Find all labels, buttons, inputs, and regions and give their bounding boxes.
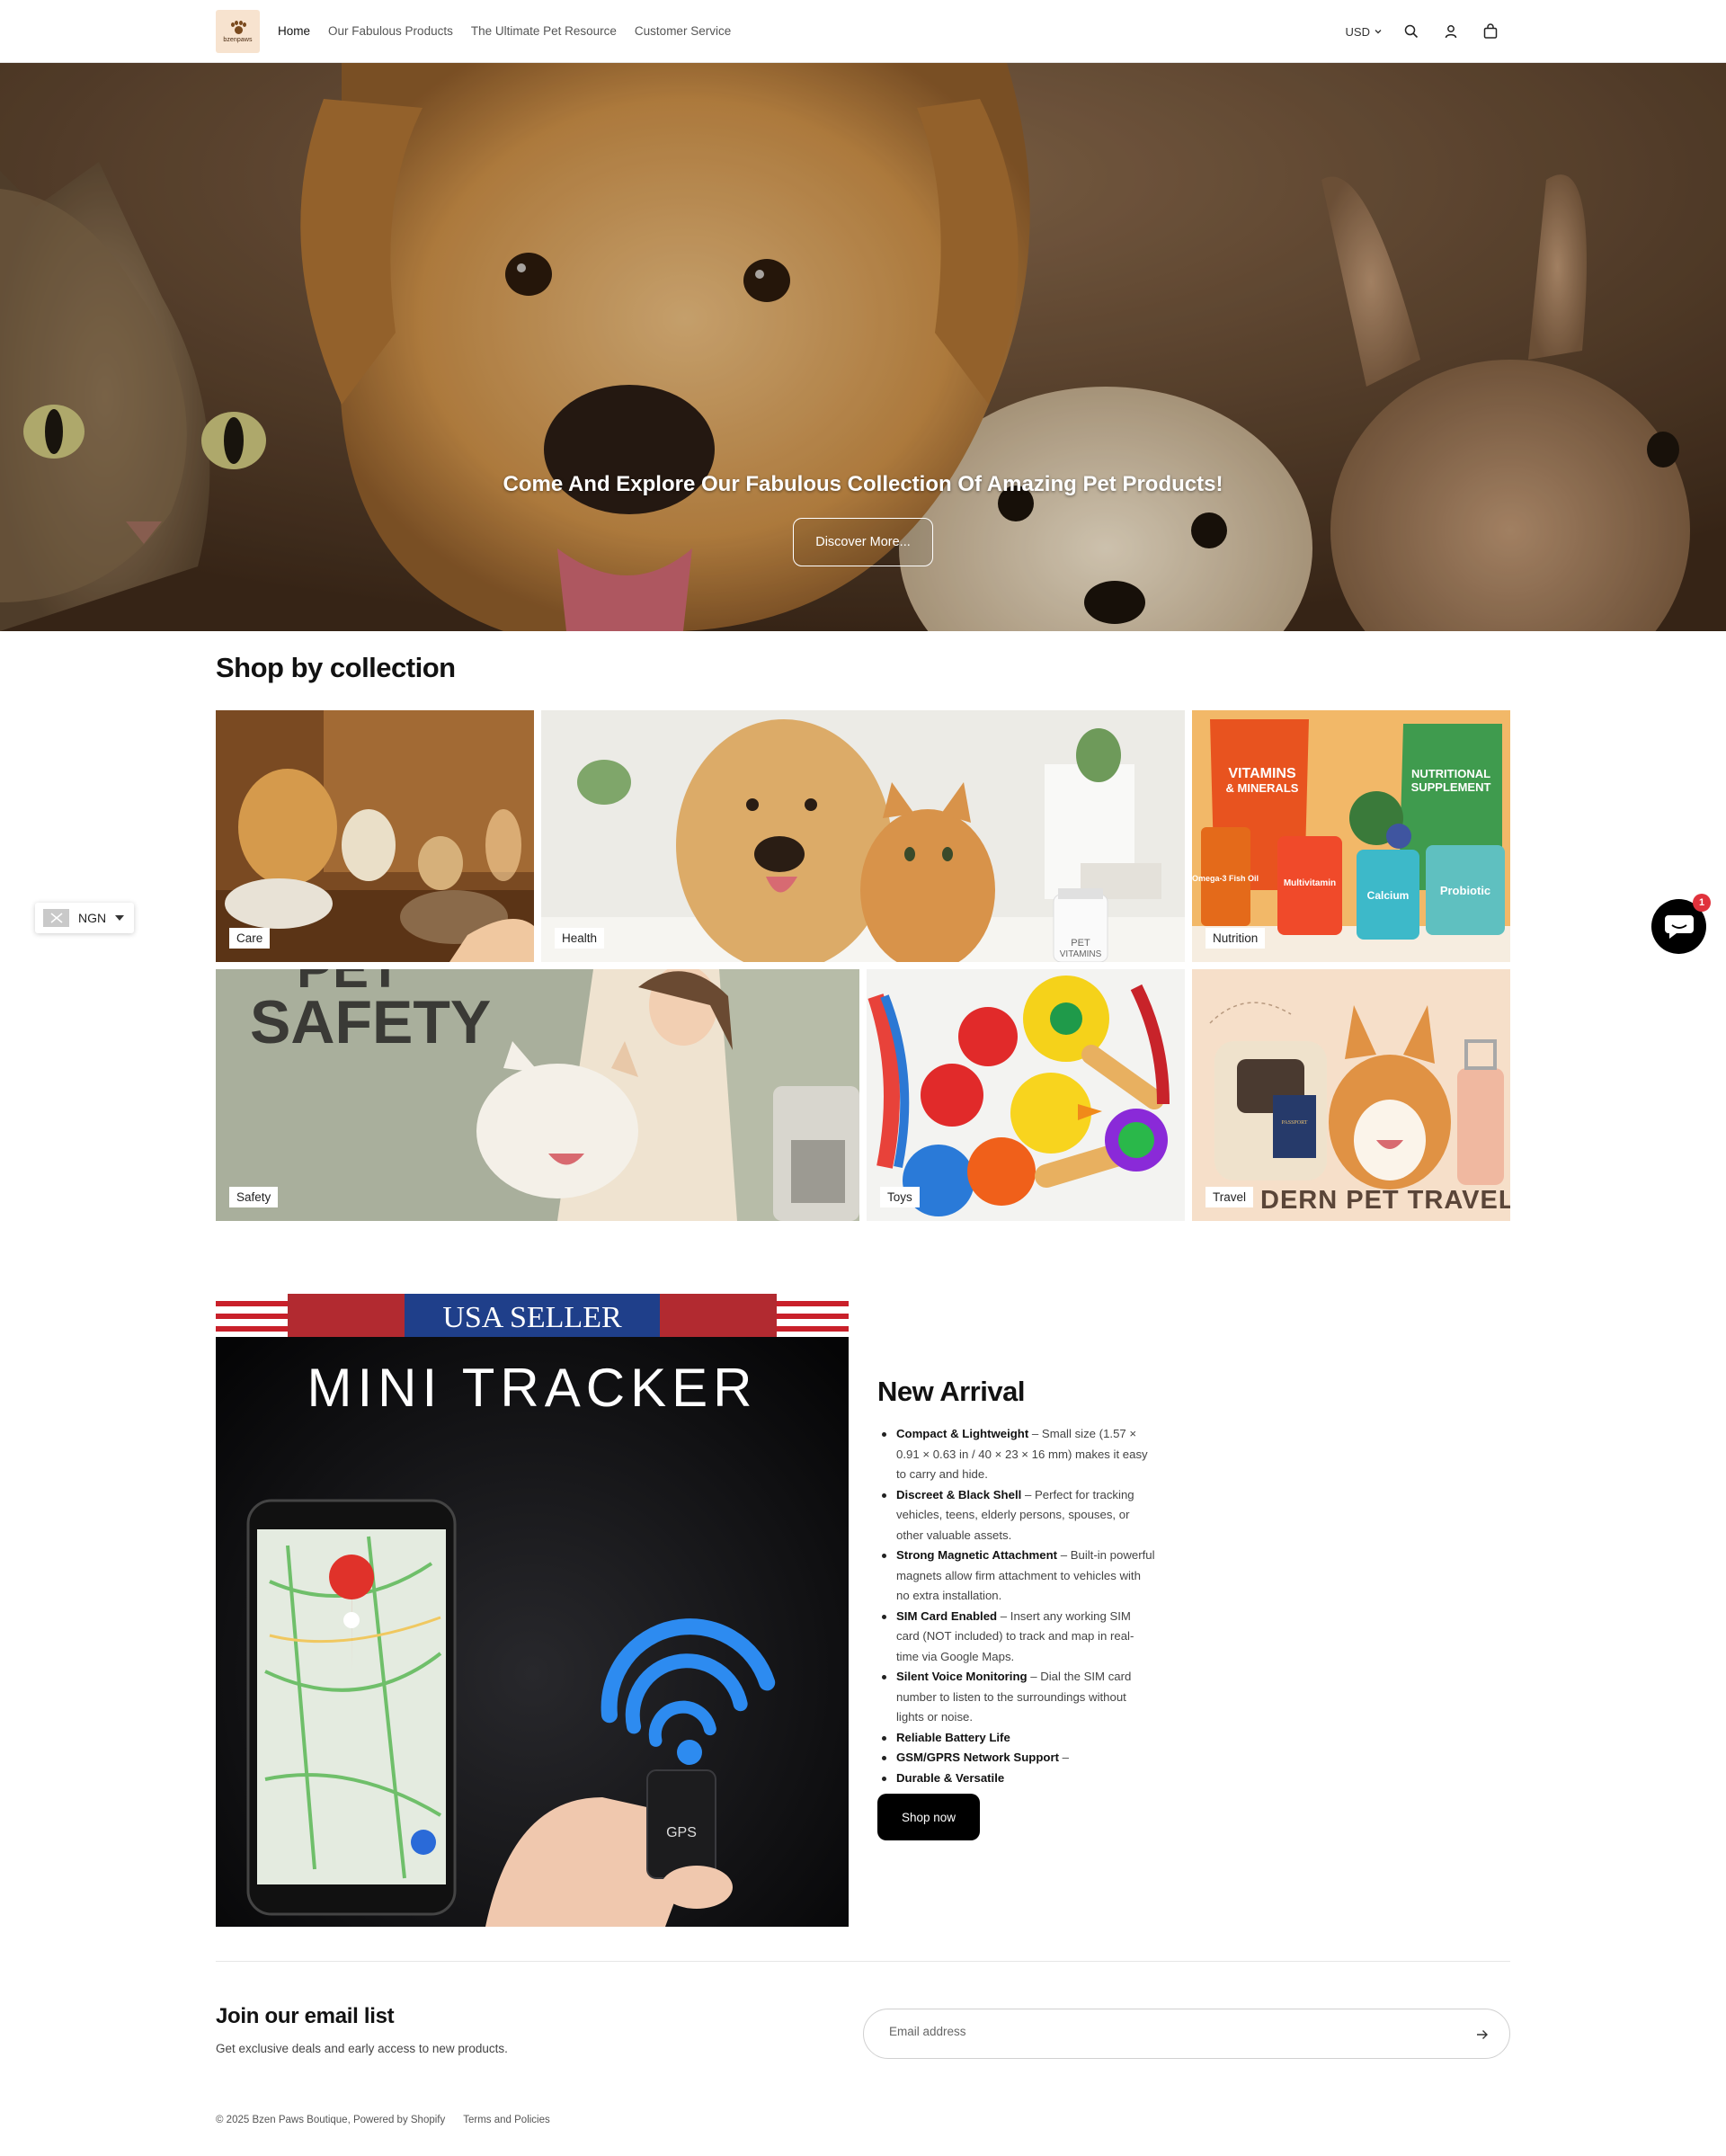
terms-link[interactable]: Terms and Policies	[463, 2115, 550, 2125]
passport-text: PASSPORT	[1282, 1120, 1308, 1126]
newsletter-title: Join our email list	[216, 2004, 395, 2028]
nav-products[interactable]: Our Fabulous Products	[328, 24, 453, 38]
footer-bottom: © 2025 Bzen Paws Boutique, Powered by Sh…	[216, 2115, 550, 2125]
collection-label-toys: Toys	[880, 1187, 920, 1207]
arrow-right-icon[interactable]	[1472, 2024, 1493, 2045]
feature-item: SIM Card Enabled – Insert any working SI…	[877, 1607, 1156, 1668]
nutrition-image: VITAMINS & MINERALS NUTRITIONAL SUPPLEME…	[1192, 710, 1510, 962]
mini-tracker-heading-text: MINI TRACKER	[307, 1358, 758, 1418]
site-header: bzenpaws Home Our Fabulous Products The …	[0, 0, 1726, 63]
nutrition-bag-text: NUTRITIONAL	[1411, 767, 1490, 780]
feature-list: Compact & Lightweight – Small size (1.57…	[877, 1424, 1156, 1788]
discover-more-button[interactable]: Discover More...	[793, 518, 933, 566]
main-nav: Home Our Fabulous Products The Ultimate …	[278, 24, 731, 38]
copyright-text: © 2025 Bzen Paws Boutique, Powered by Sh…	[216, 2115, 446, 2125]
nutrition-jar-text: Multivitamin	[1284, 878, 1336, 888]
collections-title: Shop by collection	[216, 652, 456, 683]
account-icon[interactable]	[1440, 21, 1462, 42]
collection-card-nutrition[interactable]: VITAMINS & MINERALS NUTRITIONAL SUPPLEME…	[1192, 710, 1510, 962]
feature-item: Reliable Battery Life	[877, 1728, 1156, 1749]
new-arrival-details: New Arrival Compact & Lightweight – Smal…	[877, 1376, 1156, 1788]
toys-image	[867, 969, 1185, 1221]
hero-banner: Come And Explore Our Fabulous Collection…	[0, 63, 1726, 631]
shop-now-button[interactable]: Shop now	[877, 1794, 980, 1840]
collection-label-health: Health	[555, 928, 605, 949]
gps-device-label: GPS	[666, 1825, 697, 1840]
collection-card-care[interactable]: Care	[216, 710, 534, 962]
mini-tracker-image: USA SELLER MINI TRACKER GPS	[216, 1294, 849, 1927]
section-divider	[216, 1961, 1510, 1962]
currency-label: USD	[1345, 24, 1370, 39]
collection-card-toys[interactable]: Toys	[867, 969, 1185, 1221]
currency-converter-widget[interactable]: NGN	[35, 903, 134, 933]
feature-item: GSM/GPRS Network Support –	[877, 1748, 1156, 1768]
collection-label-safety: Safety	[229, 1187, 279, 1207]
nutrition-bag-text: SUPPLEMENT	[1411, 780, 1491, 794]
travel-banner-text: DERN PET TRAVEL	[1260, 1186, 1510, 1215]
currency-code: NGN	[78, 911, 107, 925]
caret-down-icon	[115, 915, 125, 921]
cart-icon[interactable]	[1480, 21, 1501, 42]
pet-vitamins-bottle-text: VITAMINS	[1060, 949, 1102, 959]
header-actions: USD	[1346, 20, 1501, 43]
collection-card-health[interactable]: PET VITAMINS Health	[541, 710, 1185, 962]
nav-pet-resource[interactable]: The Ultimate Pet Resource	[471, 24, 617, 38]
care-image	[216, 710, 534, 962]
chat-bubble-icon	[1664, 914, 1694, 939]
nav-home[interactable]: Home	[278, 24, 310, 38]
chat-notification-badge: 1	[1693, 894, 1711, 912]
feature-item: Discreet & Black Shell – Perfect for tra…	[877, 1485, 1156, 1546]
nutrition-bag-text: VITAMINS	[1228, 766, 1296, 781]
travel-image: PASSPORT DERN PET TRAVEL	[1192, 969, 1510, 1221]
flag-icon	[43, 909, 69, 927]
hero-heading: Come And Explore Our Fabulous Collection…	[503, 472, 1223, 496]
nutrition-bag-text: & MINERALS	[1226, 781, 1299, 795]
nav-customer-service[interactable]: Customer Service	[635, 24, 731, 38]
feature-item: Strong Magnetic Attachment – Built-in po…	[877, 1546, 1156, 1607]
search-icon[interactable]	[1401, 21, 1422, 42]
nutrition-jar-text: Calcium	[1367, 889, 1410, 902]
chevron-down-icon	[1375, 30, 1382, 34]
collection-card-travel[interactable]: PASSPORT DERN PET TRAVEL Travel	[1192, 969, 1510, 1221]
collection-card-safety[interactable]: PET SAFETY Safety	[216, 969, 859, 1221]
currency-selector[interactable]: USD	[1346, 25, 1383, 39]
safety-image: PET SAFETY	[216, 969, 859, 1221]
store-logo[interactable]: bzenpaws	[216, 10, 260, 53]
usa-seller-banner-text: USA SELLER	[442, 1301, 622, 1334]
email-input[interactable]	[889, 2025, 1428, 2038]
new-arrival-title: New Arrival	[877, 1376, 1025, 1407]
email-signup-form	[863, 2009, 1510, 2059]
health-image: PET VITAMINS	[541, 710, 1185, 962]
paw-icon	[230, 20, 246, 35]
pet-vitamins-bottle-text: PET	[1071, 938, 1090, 949]
feature-item: Durable & Versatile	[877, 1768, 1156, 1789]
nutrition-jar-text: Omega-3 Fish Oil	[1192, 874, 1259, 883]
collection-label-nutrition: Nutrition	[1206, 928, 1266, 949]
feature-item: Silent Voice Monitoring – Dial the SIM c…	[877, 1667, 1156, 1728]
safety-headline-text: SAFETY	[250, 988, 491, 1056]
newsletter-subtitle: Get exclusive deals and early access to …	[216, 2042, 508, 2055]
logo-text: bzenpaws	[223, 36, 253, 43]
nutrition-jar-text: Probiotic	[1440, 884, 1490, 897]
collection-label-care: Care	[229, 928, 271, 949]
collection-label-travel: Travel	[1206, 1187, 1254, 1207]
feature-item: Compact & Lightweight – Small size (1.57…	[877, 1424, 1156, 1485]
